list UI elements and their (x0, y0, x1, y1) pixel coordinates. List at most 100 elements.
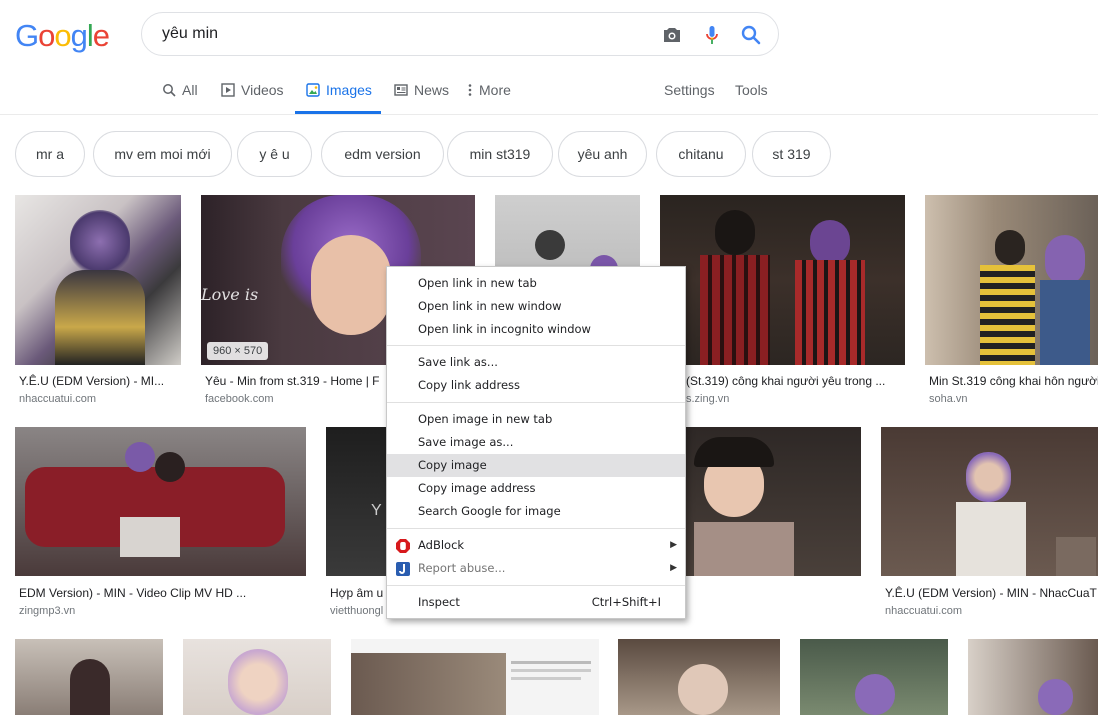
menu-separator (387, 345, 685, 346)
menu-item-label: Save link as... (418, 355, 498, 369)
menu-item-open-link-incognito[interactable]: Open link in incognito window (387, 318, 685, 341)
camera-icon[interactable] (660, 23, 684, 47)
logo-letter: o (54, 18, 71, 53)
menu-item-open-image-new-tab[interactable]: Open image in new tab (387, 408, 685, 431)
result-thumbnail[interactable] (351, 639, 599, 715)
logo-letter: o (38, 18, 55, 53)
result-thumbnail[interactable] (15, 195, 181, 365)
image-icon (306, 83, 320, 97)
result-thumbnail[interactable] (925, 195, 1098, 365)
result-caption: EDM Version) - MIN - Video Clip MV HD ..… (19, 586, 247, 600)
submenu-arrow-icon: ▶ (670, 563, 677, 573)
result-source: soha.vn (929, 393, 968, 405)
menu-item-label: Inspect (418, 595, 460, 609)
more-dots-icon (468, 84, 472, 96)
tab-videos[interactable]: Videos (221, 82, 284, 114)
chip[interactable]: st 319 (752, 131, 831, 177)
result-thumbnail[interactable] (618, 639, 780, 715)
tab-more[interactable]: More (467, 82, 511, 114)
tab-label: News (414, 82, 450, 98)
image-size-badge: 960 × 570 (207, 342, 269, 360)
menu-item-label: Save image as... (418, 435, 514, 449)
tab-label: Images (326, 82, 372, 98)
tools-label: Tools (735, 82, 768, 98)
menu-item-label: Report abuse... (418, 561, 506, 575)
result-thumbnail[interactable] (660, 195, 905, 365)
result-thumbnail[interactable] (183, 639, 331, 715)
result-thumbnail[interactable] (881, 427, 1098, 576)
result-thumbnail[interactable] (800, 639, 948, 715)
menu-item-inspect[interactable]: Inspect Ctrl+Shift+I (387, 591, 685, 614)
menu-item-label: Search Google for image (418, 504, 561, 518)
menu-item-report-abuse[interactable]: Report abuse... ▶ (387, 557, 685, 580)
chip[interactable]: min st319 (447, 131, 553, 177)
result-source: nhaccuatui.com (885, 605, 963, 617)
search-icon[interactable] (739, 23, 763, 47)
menu-item-adblock[interactable]: AdBlock ▶ (387, 534, 685, 557)
menu-item-open-link-new-window[interactable]: Open link in new window (387, 295, 685, 318)
news-icon (394, 84, 408, 96)
result-thumbnail[interactable]: Y (326, 427, 386, 576)
active-tab-indicator (295, 111, 381, 114)
video-icon (221, 83, 235, 97)
chip[interactable]: yêu anh (558, 131, 647, 177)
menu-item-label: Copy image (418, 458, 487, 472)
search-box (141, 12, 779, 56)
menu-item-copy-image-address[interactable]: Copy image address (387, 477, 685, 500)
chip[interactable]: y ê u (237, 131, 312, 177)
result-source: facebook.com (205, 393, 274, 405)
result-thumbnail[interactable] (15, 427, 306, 576)
tab-all[interactable]: All (162, 82, 198, 114)
search-tabs: All Videos Images News More Settings Too… (0, 70, 1098, 115)
menu-separator (387, 528, 685, 529)
settings-label: Settings (664, 82, 715, 98)
menu-item-label: Copy link address (418, 378, 521, 392)
logo-letter: G (15, 18, 39, 53)
chip[interactable]: chitanu (656, 131, 746, 177)
google-logo[interactable]: Google (15, 18, 110, 54)
result-caption: Y.Ê.U (EDM Version) - MIN - NhacCuaT (885, 586, 1097, 600)
result-caption: Hợp âm u (330, 586, 384, 600)
result-thumbnail[interactable] (968, 639, 1098, 715)
result-caption: (St.319) công khai người yêu trong ... (686, 374, 886, 388)
result-thumbnail[interactable] (15, 639, 163, 715)
context-menu: Open link in new tab Open link in new wi… (386, 266, 686, 619)
menu-item-copy-link-address[interactable]: Copy link address (387, 374, 685, 397)
menu-item-label: Copy image address (418, 481, 536, 495)
tools-link[interactable]: Tools (735, 82, 768, 114)
report-icon (396, 562, 410, 576)
adblock-icon (396, 539, 410, 553)
menu-item-save-link-as[interactable]: Save link as... (387, 351, 685, 374)
menu-item-label: Open image in new tab (418, 412, 553, 426)
result-thumbnail[interactable] (684, 427, 861, 576)
tab-news[interactable]: News (394, 82, 449, 114)
search-icon (163, 84, 176, 97)
menu-item-copy-image[interactable]: Copy image (387, 454, 685, 477)
submenu-arrow-icon: ▶ (670, 540, 677, 550)
result-source: zingmp3.vn (19, 605, 76, 617)
chip[interactable]: edm version (321, 131, 444, 177)
tab-images[interactable]: Images (295, 82, 381, 114)
menu-separator (387, 402, 685, 403)
tab-label: Videos (241, 82, 284, 98)
result-source: vietthuongl (330, 605, 384, 617)
shortcut-label: Ctrl+Shift+I (591, 595, 661, 609)
search-input[interactable] (162, 23, 632, 45)
result-source: s.zing.vn (686, 393, 730, 405)
settings-link[interactable]: Settings (664, 82, 715, 114)
result-caption: Y.Ê.U (EDM Version) - MI... (19, 374, 165, 388)
menu-item-label: AdBlock (418, 538, 465, 552)
menu-item-label: Open link in new tab (418, 276, 537, 290)
menu-item-open-link-new-tab[interactable]: Open link in new tab (387, 272, 685, 295)
mic-icon[interactable] (700, 23, 724, 47)
menu-item-label: Open link in incognito window (418, 322, 591, 336)
chip[interactable]: mv em moi mới (93, 131, 232, 177)
tab-label: All (182, 82, 198, 98)
menu-item-save-image-as[interactable]: Save image as... (387, 431, 685, 454)
menu-separator (387, 585, 685, 586)
tab-label: More (479, 82, 511, 98)
logo-letter: e (92, 18, 110, 53)
menu-item-search-google-for-image[interactable]: Search Google for image (387, 500, 685, 523)
result-source: nhaccuatui.com (19, 393, 97, 405)
chip[interactable]: mr a (15, 131, 85, 177)
